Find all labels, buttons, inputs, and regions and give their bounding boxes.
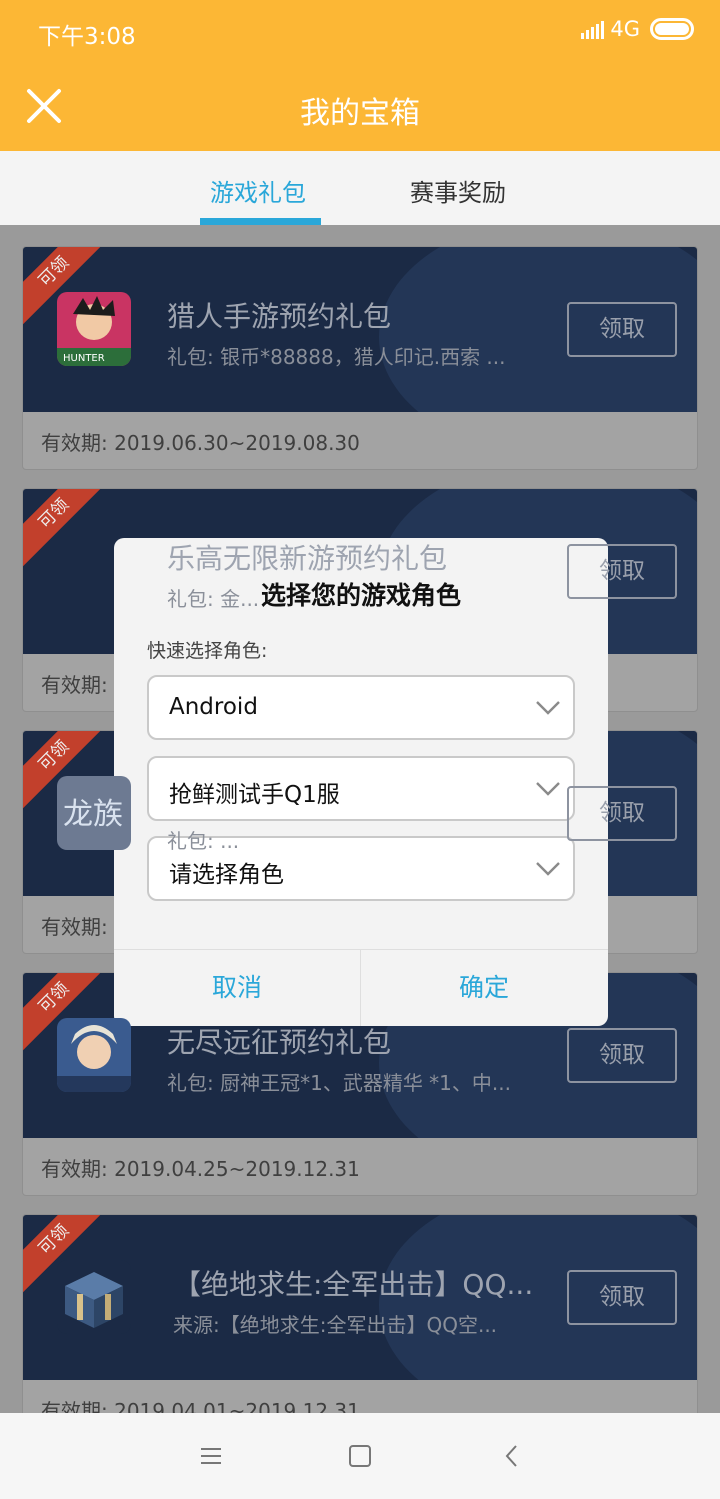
gift-card: 可领 HUNTER 猎人手游预约礼包 礼包: 银币*88888，猎人印记.西索 …: [22, 246, 698, 470]
gift-card: 可领 【绝地求生:全军出击】QQ... 来源:【绝地求生:全军出击】QQ空...…: [22, 1214, 698, 1413]
page-title: 我的宝箱: [300, 96, 420, 131]
tab-event-rewards[interactable]: 赛事奖励: [410, 173, 506, 208]
gift-name: 猎人手游预约礼包: [167, 300, 392, 333]
claim-button[interactable]: 领取: [567, 786, 677, 841]
validity-period: 有效期: 2019.04.01~2019.12.31: [41, 1399, 360, 1413]
battery-icon: [650, 18, 694, 40]
claim-button[interactable]: 领取: [567, 1028, 677, 1083]
chevron-down-icon: [536, 862, 560, 876]
svg-text:龙族: 龙族: [63, 797, 123, 832]
gift-name: 无尽远征预约礼包: [167, 1026, 392, 1059]
validity-period: 有效期: 2019.06.30~2019.08.30: [41, 431, 360, 455]
gift-description: 礼包: 厨神王冠*1、武器精华 *1、中...: [167, 1071, 511, 1095]
endless-expedition-game-icon: [57, 1018, 131, 1092]
menu-icon[interactable]: [196, 1441, 226, 1471]
tab-bar: 游戏礼包 赛事奖励: [0, 151, 720, 225]
chevron-down-icon: [536, 782, 560, 796]
claim-button[interactable]: 领取: [567, 302, 677, 357]
longzu-game-icon: 龙族: [57, 776, 131, 850]
hunter-game-icon: HUNTER: [57, 292, 131, 366]
platform-select-value: Android: [169, 694, 258, 720]
svg-text:HUNTER: HUNTER: [63, 353, 105, 364]
server-select[interactable]: 抢鲜测试手Q1服: [147, 756, 575, 821]
status-bar: 下午3:08 4G: [0, 0, 720, 60]
network-type: 4G: [610, 17, 640, 41]
tab-active-indicator: [200, 218, 321, 225]
role-select-value: 请选择角色: [169, 862, 284, 888]
back-icon[interactable]: [497, 1441, 527, 1471]
gift-name: 【绝地求生:全军出击】QQ...: [173, 1268, 534, 1301]
claimable-ribbon: 可领: [23, 489, 111, 571]
status-right: 4G: [581, 17, 694, 41]
validity-period: 有效期: 2019.04.25~2019.12.31: [41, 1157, 360, 1181]
tab-game-gifts[interactable]: 游戏礼包: [210, 173, 306, 208]
gift-description: 礼包: ...: [167, 829, 240, 853]
gift-description: 来源:【绝地求生:全军出击】QQ空...: [173, 1313, 498, 1337]
signal-icon: [581, 19, 605, 39]
gift-name: 乐高无限新游预约礼包: [167, 542, 448, 575]
status-time: 下午3:08: [38, 24, 136, 50]
card-banner: 可领 【绝地求生:全军出击】QQ... 来源:【绝地求生:全军出击】QQ空...…: [23, 1215, 697, 1380]
gift-description: 礼包: 银币*88888，猎人印记.西索 ...: [167, 345, 506, 369]
claim-button[interactable]: 领取: [567, 1270, 677, 1325]
chevron-down-icon: [536, 701, 560, 715]
cancel-button[interactable]: 取消: [114, 949, 360, 1026]
home-icon[interactable]: [345, 1441, 375, 1471]
supply-crate-icon: [57, 1260, 131, 1334]
gift-description: 礼包: 金...: [167, 587, 260, 611]
app-header: 下午3:08 4G 我的宝箱: [0, 0, 720, 151]
platform-select[interactable]: Android: [147, 675, 575, 740]
card-banner: 可领 HUNTER 猎人手游预约礼包 礼包: 银币*88888，猎人印记.西索 …: [23, 247, 697, 412]
dialog-subtitle: 快速选择角色:: [147, 640, 268, 662]
claim-button[interactable]: 领取: [567, 544, 677, 599]
confirm-button[interactable]: 确定: [361, 949, 607, 1026]
server-select-value: 抢鲜测试手Q1服: [169, 782, 340, 808]
system-nav-bar: [0, 1413, 720, 1499]
